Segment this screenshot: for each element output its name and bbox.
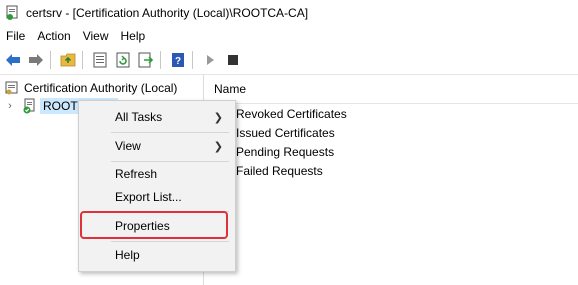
menu-view[interactable]: View (77, 27, 115, 45)
ca-server-icon (22, 98, 38, 114)
menu-item-export-list[interactable]: Export List... (79, 186, 235, 208)
list-item-label: Failed Requests (236, 163, 323, 178)
list-item-label: Revoked Certificates (236, 106, 347, 121)
svg-text:?: ? (175, 56, 181, 67)
menu-item-help[interactable]: Help (79, 244, 235, 266)
menu-bar: File Action View Help (0, 26, 578, 46)
toolbar-separator (50, 51, 51, 69)
forward-arrow-icon[interactable] (26, 50, 46, 70)
menu-item-refresh[interactable]: Refresh (79, 163, 235, 185)
toolbar: ? (0, 46, 578, 75)
context-menu: All Tasks ❯ View ❯ Refresh Export List..… (78, 100, 236, 272)
menu-separator (111, 132, 229, 133)
up-folder-icon[interactable] (58, 50, 78, 70)
export-icon[interactable] (136, 50, 156, 70)
stop-service-icon[interactable] (223, 50, 243, 70)
toolbar-separator (192, 51, 193, 69)
column-header-label: Name (214, 82, 247, 96)
help-icon[interactable]: ? (168, 50, 188, 70)
menu-action[interactable]: Action (31, 27, 76, 45)
tree-root-node[interactable]: Certification Authority (Local) (4, 79, 177, 97)
certificate-authority-icon (4, 81, 20, 95)
title-bar: certsrv - [Certification Authority (Loca… (0, 0, 578, 26)
toolbar-separator (82, 51, 83, 69)
results-pane: Name Revoked Certificates Issued Certifi… (204, 75, 578, 285)
menu-item-label: Help (115, 248, 140, 262)
menu-file[interactable]: File (0, 27, 31, 45)
back-arrow-icon[interactable] (3, 50, 23, 70)
menu-help[interactable]: Help (115, 27, 152, 45)
properties-highlight-box (80, 211, 228, 239)
list-item-label: Pending Requests (236, 144, 335, 159)
chevron-right-icon[interactable]: › (4, 97, 16, 115)
properties-icon[interactable] (90, 50, 110, 70)
column-header-name[interactable]: Name (204, 75, 578, 104)
submenu-arrow-icon: ❯ (213, 111, 223, 124)
menu-item-label: View (115, 139, 141, 153)
list-item-label: Issued Certificates (236, 125, 335, 140)
menu-item-view[interactable]: View ❯ (79, 135, 235, 157)
tree-root-label: Certification Authority (Local) (24, 81, 178, 95)
menu-item-all-tasks[interactable]: All Tasks ❯ (79, 106, 235, 128)
submenu-arrow-icon: ❯ (213, 140, 223, 153)
menu-item-label: All Tasks (115, 110, 163, 124)
toolbar-separator (160, 51, 161, 69)
menu-item-label: Export List... (115, 190, 182, 204)
window-title: certsrv - [Certification Authority (Loca… (26, 6, 309, 20)
menu-item-label: Refresh (115, 167, 158, 181)
refresh-icon[interactable] (113, 50, 133, 70)
menu-separator (111, 241, 229, 242)
start-service-icon[interactable] (200, 50, 220, 70)
menu-separator (111, 161, 229, 162)
certsrv-app-icon (4, 5, 20, 21)
